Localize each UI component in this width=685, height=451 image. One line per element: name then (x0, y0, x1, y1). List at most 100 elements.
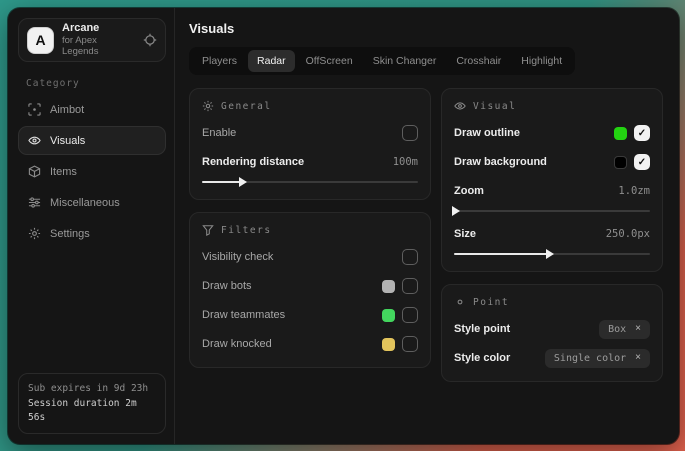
visual-card: Visual Draw outline ✓ Draw background (441, 88, 663, 272)
draw-teammates-checkbox[interactable] (402, 307, 418, 323)
rendering-distance-label: Rendering distance (202, 156, 304, 168)
size-label: Size (454, 228, 476, 240)
draw-outline-label: Draw outline (454, 127, 520, 139)
sidebar-item-settings[interactable]: Settings (18, 219, 166, 248)
visibility-check-checkbox[interactable] (402, 249, 418, 265)
category-label: Category (26, 78, 166, 89)
draw-outline-row: Draw outline ✓ (454, 122, 650, 144)
draw-background-label: Draw background (454, 156, 547, 168)
draw-background-row: Draw background ✓ (454, 151, 650, 173)
point-icon (454, 296, 466, 308)
draw-knocked-color-swatch[interactable] (382, 338, 395, 351)
brand-card: A Arcane for Apex Legends (18, 18, 166, 62)
general-card-header: General (202, 100, 418, 112)
draw-background-checkbox[interactable]: ✓ (634, 154, 650, 170)
style-point-label: Style point (454, 323, 510, 335)
gear-icon (202, 100, 214, 112)
style-color-select[interactable]: Single color × (545, 349, 650, 368)
style-color-value: Single color (554, 353, 626, 364)
tab-bar: Players Radar OffScreen Skin Changer Cro… (189, 47, 575, 75)
app-logo: A (27, 27, 54, 54)
target-icon[interactable] (143, 33, 157, 47)
enable-label: Enable (202, 127, 236, 139)
tab-skin-changer[interactable]: Skin Changer (364, 50, 446, 72)
zoom-slider[interactable] (454, 206, 650, 216)
slider-thumb[interactable] (239, 177, 247, 187)
zoom-row: Zoom 1.0zm (454, 180, 650, 202)
tab-highlight[interactable]: Highlight (512, 50, 571, 72)
close-icon[interactable]: × (635, 353, 641, 363)
app-subtitle: for Apex Legends (62, 36, 135, 58)
brand-text: Arcane for Apex Legends (62, 22, 135, 58)
draw-knocked-row: Draw knocked (202, 333, 418, 355)
crosshair-icon (28, 103, 41, 116)
eye-icon (454, 100, 466, 112)
draw-bots-color-swatch[interactable] (382, 280, 395, 293)
size-slider[interactable] (454, 249, 650, 259)
tab-crosshair[interactable]: Crosshair (447, 50, 510, 72)
main-panel: Visuals Players Radar OffScreen Skin Cha… (175, 8, 679, 444)
visibility-check-label: Visibility check (202, 251, 273, 263)
sidebar-item-label: Items (50, 166, 77, 178)
sidebar-item-label: Aimbot (50, 104, 84, 116)
app-window: A Arcane for Apex Legends Category Aimbo… (8, 8, 679, 444)
style-point-row: Style point Box × (454, 318, 650, 340)
style-color-row: Style color Single color × (454, 347, 650, 369)
close-icon[interactable]: × (635, 324, 641, 334)
draw-knocked-label: Draw knocked (202, 338, 272, 350)
size-row: Size 250.0px (454, 223, 650, 245)
app-name: Arcane (62, 22, 135, 35)
general-card: General Enable Rendering distance 100m (189, 88, 431, 200)
funnel-icon (202, 224, 214, 236)
filters-card: Filters Visibility check Draw bots (189, 212, 431, 368)
page-title: Visuals (189, 21, 663, 36)
draw-outline-checkbox[interactable]: ✓ (634, 125, 650, 141)
eye-icon (28, 134, 41, 147)
style-point-value: Box (608, 324, 626, 335)
box-icon (28, 165, 41, 178)
sidebar-item-label: Visuals (50, 135, 85, 147)
filters-card-title: Filters (221, 225, 272, 236)
visual-card-title: Visual (473, 101, 516, 112)
draw-bots-label: Draw bots (202, 280, 252, 292)
filters-card-header: Filters (202, 224, 418, 236)
sidebar-item-label: Settings (50, 228, 90, 240)
enable-checkbox[interactable] (402, 125, 418, 141)
sidebar-item-items[interactable]: Items (18, 157, 166, 186)
rendering-distance-slider[interactable] (202, 177, 418, 187)
draw-teammates-color-swatch[interactable] (382, 309, 395, 322)
zoom-label: Zoom (454, 185, 484, 197)
zoom-value: 1.0zm (618, 185, 650, 197)
style-color-label: Style color (454, 352, 510, 364)
sidebar-item-label: Miscellaneous (50, 197, 120, 209)
sidebar-item-miscellaneous[interactable]: Miscellaneous (18, 188, 166, 217)
sidebar-item-aimbot[interactable]: Aimbot (18, 95, 166, 124)
point-card-title: Point (473, 297, 509, 308)
rendering-distance-value: 100m (393, 156, 418, 168)
sidebar-item-visuals[interactable]: Visuals (18, 126, 166, 155)
draw-knocked-checkbox[interactable] (402, 336, 418, 352)
gear-icon (28, 227, 41, 240)
subscription-status-card: Sub expires in 9d 23h Session duration 2… (18, 373, 166, 434)
draw-teammates-label: Draw teammates (202, 309, 285, 321)
visual-card-header: Visual (454, 100, 650, 112)
sliders-icon (28, 196, 41, 209)
session-duration-text: Session duration 2m 56s (28, 397, 156, 426)
draw-background-color-swatch[interactable] (614, 156, 627, 169)
visibility-check-row: Visibility check (202, 246, 418, 268)
slider-thumb[interactable] (546, 249, 554, 259)
enable-row: Enable (202, 122, 418, 144)
rendering-distance-row: Rendering distance 100m (202, 151, 418, 173)
draw-outline-color-swatch[interactable] (614, 127, 627, 140)
size-value: 250.0px (606, 228, 650, 240)
sidebar: A Arcane for Apex Legends Category Aimbo… (8, 8, 174, 444)
tab-radar[interactable]: Radar (248, 50, 295, 72)
tab-players[interactable]: Players (193, 50, 246, 72)
point-card-header: Point (454, 296, 650, 308)
style-point-select[interactable]: Box × (599, 320, 650, 339)
slider-thumb[interactable] (452, 206, 460, 216)
tab-offscreen[interactable]: OffScreen (297, 50, 362, 72)
point-card: Point Style point Box × Style color Sing… (441, 284, 663, 382)
sub-expires-text: Sub expires in 9d 23h (28, 382, 156, 396)
draw-bots-checkbox[interactable] (402, 278, 418, 294)
